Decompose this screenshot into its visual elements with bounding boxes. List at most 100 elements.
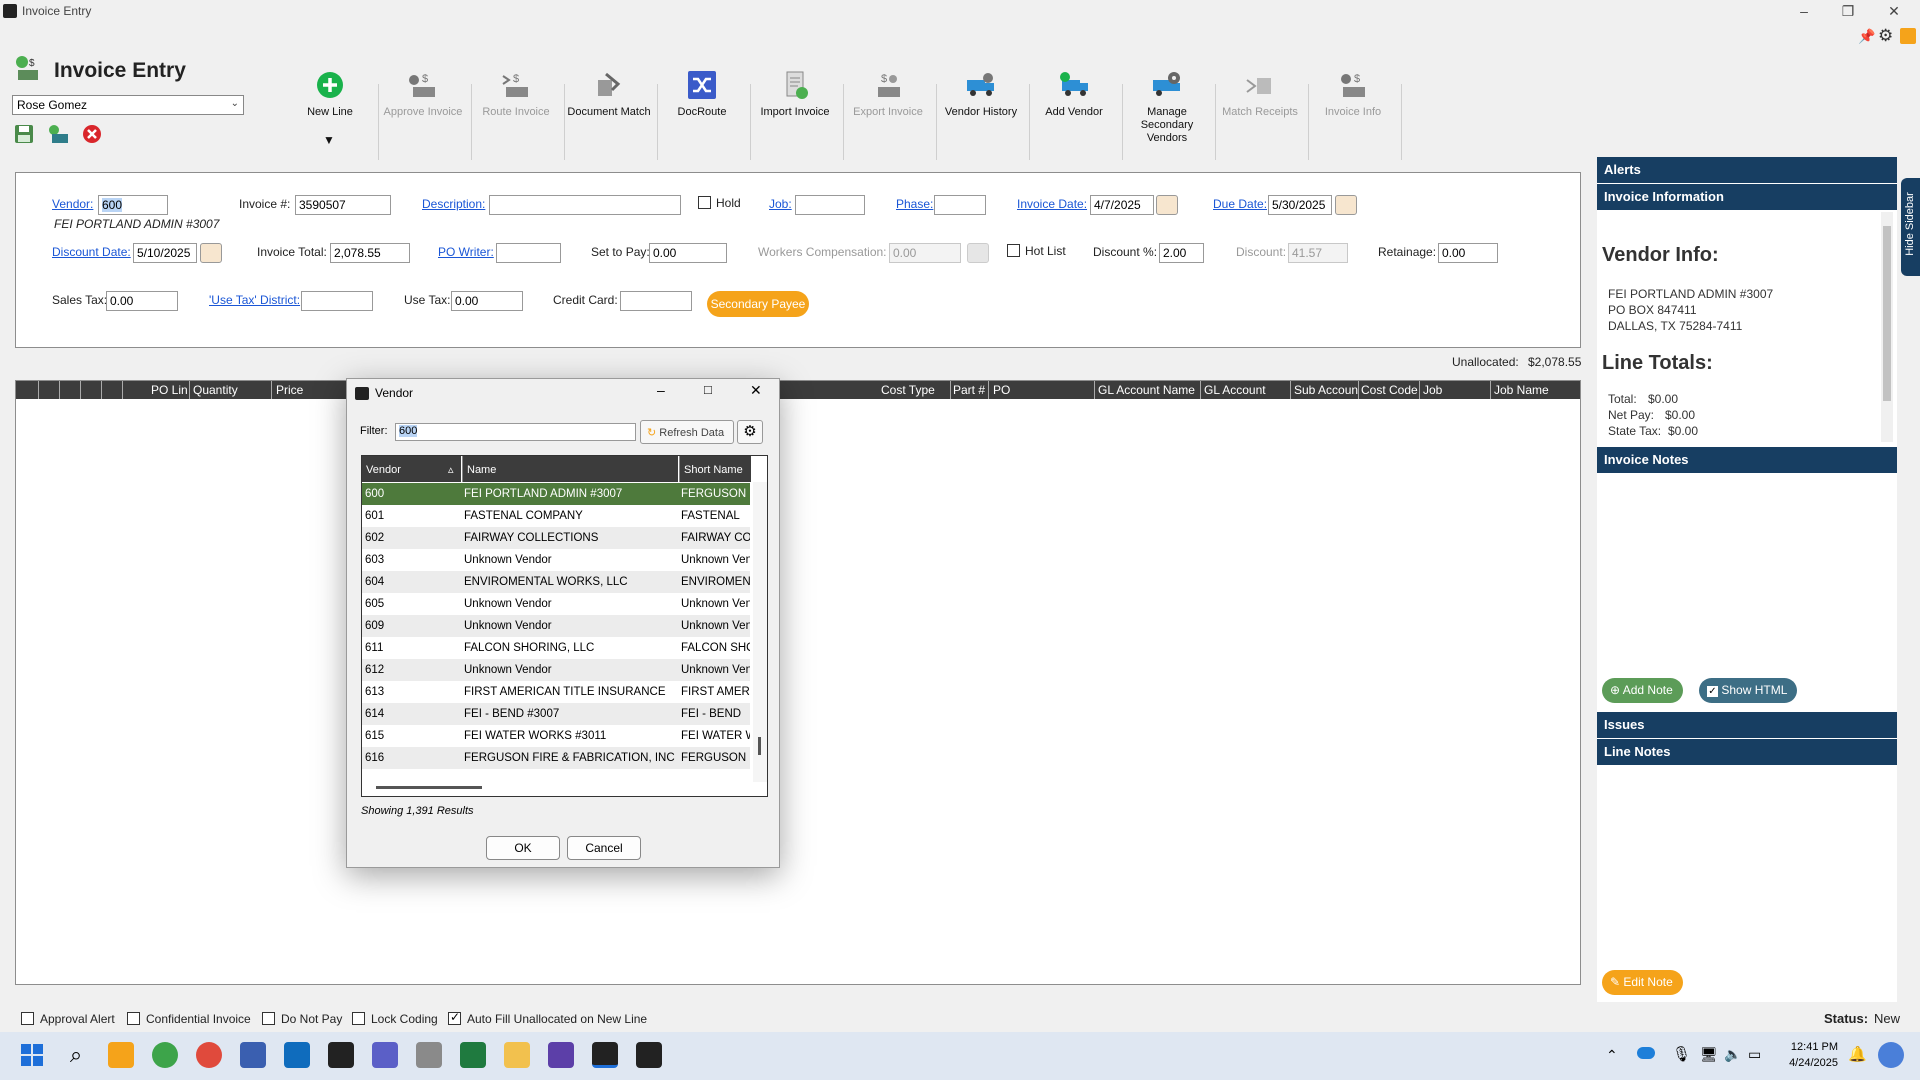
vendor-row[interactable]: 616 FERGUSON FIRE & FABRICATION, INC FERGU… <box>362 747 750 769</box>
discount-date-calendar-icon[interactable] <box>200 243 222 263</box>
issues-header[interactable]: Issues <box>1597 712 1897 738</box>
invoice-lines-grid[interactable]: PO Line Quantity Price Cost Type Part # … <box>15 380 1581 985</box>
hot-list-checkbox[interactable] <box>1007 244 1020 257</box>
calculator-icon[interactable] <box>416 1042 442 1068</box>
description-link[interactable]: Description: <box>422 197 485 211</box>
vendor-table-vscroll-thumb[interactable] <box>758 737 761 755</box>
invoice-total-input[interactable]: 2,078.55 <box>330 243 410 263</box>
dialog-maximize-button[interactable]: □ <box>704 382 712 397</box>
do-not-pay-checkbox[interactable] <box>262 1012 275 1025</box>
restore-button[interactable]: ❐ <box>1828 1 1868 21</box>
auto-fill-unallocated-checkbox[interactable] <box>448 1010 461 1025</box>
gear-icon[interactable]: ⚙ <box>1878 26 1893 46</box>
grid-col-gl-account[interactable]: GL Account <box>1204 383 1266 397</box>
hide-sidebar-tab[interactable]: Hide Sidebar <box>1901 178 1920 276</box>
grid-col-cost-type[interactable]: Cost Type <box>881 383 935 397</box>
microphone-icon[interactable]: 🎙 <box>1672 1045 1691 1063</box>
chrome-icon[interactable] <box>196 1042 222 1068</box>
vendor-row[interactable]: 603 Unknown Vendor Unknown Vend <box>362 549 750 571</box>
vendor-input[interactable]: 600 <box>98 195 168 215</box>
po-writer-input[interactable] <box>496 243 561 263</box>
retainage-input[interactable]: 0.00 <box>1438 243 1498 263</box>
invoice-date-calendar-icon[interactable] <box>1156 195 1178 215</box>
due-date-input[interactable]: 5/30/2025 <box>1268 195 1332 215</box>
po-writer-link[interactable]: PO Writer: <box>438 245 494 259</box>
document-match-button[interactable]: Document Match <box>564 62 654 172</box>
show-html-toggle[interactable]: ✓ Show HTML <box>1699 678 1798 703</box>
short-name-col-header[interactable]: Short Name <box>679 456 751 482</box>
docroute-button[interactable]: DocRoute <box>657 62 747 172</box>
file-explorer-icon[interactable] <box>504 1042 530 1068</box>
invoice-date-input[interactable]: 4/7/2025 <box>1090 195 1154 215</box>
close-window-button[interactable]: ✕ <box>1874 1 1914 21</box>
invoice-number-input[interactable]: 3590507 <box>295 195 391 215</box>
lock-coding-checkbox[interactable] <box>352 1012 365 1025</box>
save-icon[interactable] <box>14 124 34 144</box>
line-notes-header[interactable]: Line Notes <box>1597 739 1897 765</box>
edit-note-button[interactable]: ✎ Edit Note <box>1602 970 1683 995</box>
invoice-notes-header[interactable]: Invoice Notes <box>1597 447 1897 473</box>
taskbar-app-icon[interactable] <box>108 1042 134 1068</box>
grid-col-price[interactable]: Price <box>276 383 303 397</box>
grid-col-cost-code[interactable]: Cost Code <box>1361 383 1418 397</box>
vendor-row[interactable]: 604 ENVIROMENTAL WORKS, LLC ENVIROMENT <box>362 571 750 593</box>
job-input[interactable] <box>795 195 865 215</box>
discount-date-link[interactable]: Discount Date: <box>52 245 131 259</box>
alerts-header[interactable]: Alerts <box>1597 157 1897 183</box>
refresh-data-button[interactable]: ↻ Refresh Data <box>640 420 734 444</box>
secondary-payee-button[interactable]: Secondary Payee <box>707 291 809 317</box>
add-vendor-button[interactable]: Add Vendor <box>1029 62 1119 172</box>
battery-icon[interactable]: ▭ <box>1748 1046 1761 1063</box>
invoice-information-header[interactable]: Invoice Information <box>1597 184 1897 210</box>
cancel-icon[interactable] <box>82 124 102 144</box>
approve-invoice-button[interactable]: $ Approve Invoice <box>378 62 468 172</box>
discount-pct-input[interactable]: 2.00 <box>1159 243 1204 263</box>
import-invoice-button[interactable]: Import Invoice <box>750 62 840 172</box>
vendor-row[interactable]: 612 Unknown Vendor Unknown Vend <box>362 659 750 681</box>
outlook-icon[interactable] <box>284 1042 310 1068</box>
vendor-row[interactable]: 601 FASTENAL COMPANY FASTENAL <box>362 505 750 527</box>
grid-col-part-number[interactable]: Part # <box>953 383 985 397</box>
tray-chevron-icon[interactable]: ⌃ <box>1606 1047 1618 1064</box>
windows-start-icon[interactable] <box>19 1042 45 1068</box>
new-line-dropdown-arrow[interactable]: ▼ <box>323 133 335 147</box>
use-tax-input[interactable]: 0.00 <box>451 291 523 311</box>
show-html-checkbox[interactable]: ✓ <box>1707 686 1718 697</box>
grid-col-job[interactable]: Job <box>1423 383 1442 397</box>
approval-alert-checkbox[interactable] <box>21 1012 34 1025</box>
phase-input[interactable] <box>934 195 986 215</box>
grid-col-gl-account-name[interactable]: GL Account Name <box>1098 383 1195 397</box>
vendor-table-hscroll-thumb[interactable] <box>376 786 482 789</box>
export-invoice-button[interactable]: $ Export Invoice <box>843 62 933 172</box>
use-tax-district-link[interactable]: 'Use Tax' District: <box>209 293 300 307</box>
save-new-icon[interactable] <box>48 124 70 144</box>
acrobat-icon[interactable] <box>636 1042 662 1068</box>
match-receipts-button[interactable]: Match Receipts <box>1215 62 1305 172</box>
vendor-table[interactable]: Vendor ▵ Name Short Name 600 FEI PORTLAND … <box>361 455 768 797</box>
ok-button[interactable]: OK <box>486 836 560 860</box>
alert-badge-icon[interactable] <box>1900 28 1916 44</box>
due-date-calendar-icon[interactable] <box>1335 195 1357 215</box>
manage-secondary-vendors-button[interactable]: Manage Secondary Vendors <box>1122 62 1212 172</box>
network-icon[interactable]: 🖥 <box>1700 1046 1718 1063</box>
dialog-close-button[interactable]: ✕ <box>750 382 762 399</box>
dialog-minimize-button[interactable]: – <box>657 382 665 398</box>
vendor-row[interactable]: 614 FEI - BEND #3007 FEI - BEND <box>362 703 750 725</box>
vendor-row[interactable]: 609 Unknown Vendor Unknown Vend <box>362 615 750 637</box>
vendor-row[interactable]: 613 FIRST AMERICAN TITLE INSURANCE FIRST A… <box>362 681 750 703</box>
clock-date[interactable]: 4/24/2025 <box>1782 1057 1838 1069</box>
teams-icon[interactable] <box>372 1042 398 1068</box>
hold-checkbox[interactable] <box>698 196 711 209</box>
info-scrollbar-thumb[interactable] <box>1883 226 1891 401</box>
new-line-button[interactable]: New Line ▼ <box>285 62 375 172</box>
add-note-button[interactable]: ⊕ Add Note <box>1602 678 1683 703</box>
taskbar-app-icon[interactable] <box>548 1042 574 1068</box>
spc-app-active-icon[interactable] <box>592 1042 618 1068</box>
phase-link[interactable]: Phase: <box>896 197 933 211</box>
vendor-link[interactable]: Vendor: <box>52 197 93 211</box>
confidential-invoice-checkbox[interactable] <box>127 1012 140 1025</box>
user-select[interactable]: Rose Gomez ⌄ <box>12 95 244 115</box>
search-icon[interactable]: ⌕ <box>63 1042 89 1068</box>
cancel-button[interactable]: Cancel <box>567 836 641 860</box>
use-tax-district-input[interactable] <box>301 291 373 311</box>
